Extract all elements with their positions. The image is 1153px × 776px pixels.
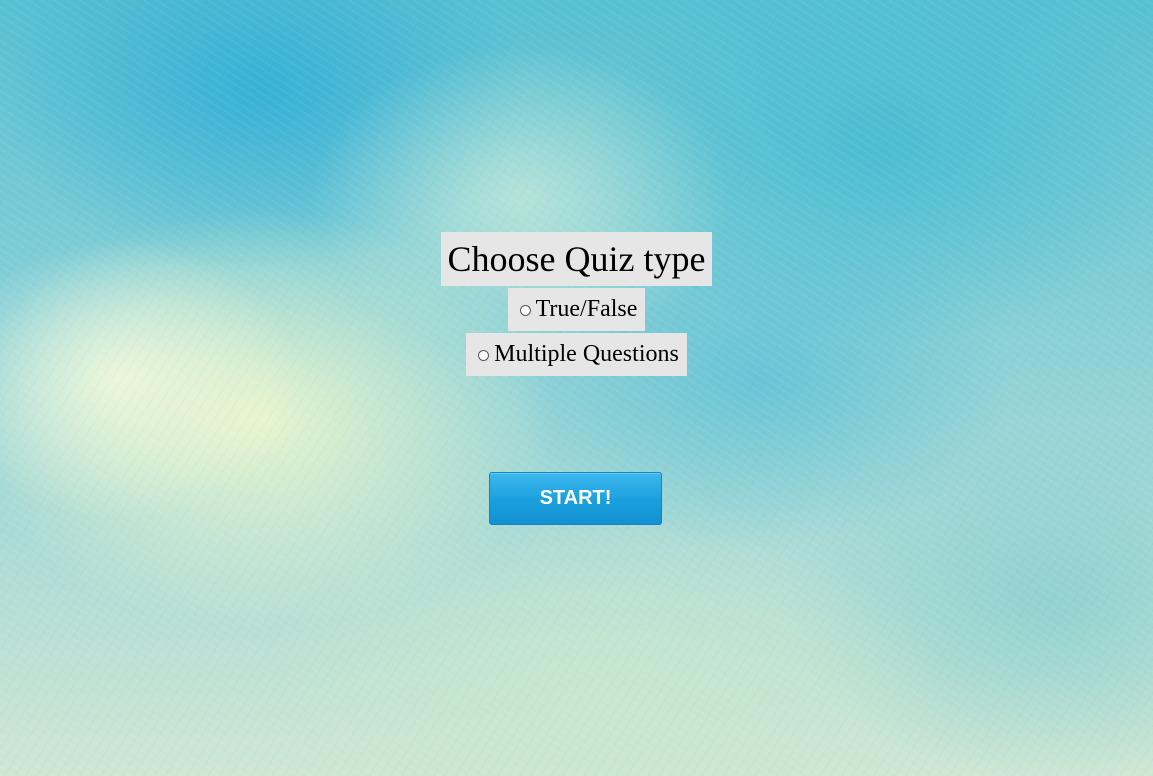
option-multiple-questions[interactable]: Multiple Questions [466,333,687,376]
option-true-false[interactable]: True/False [507,288,646,331]
painted-background [0,0,1153,776]
multiple-questions-radio[interactable] [478,350,490,361]
option-label: True/False [535,296,638,322]
option-label: Multiple Questions [494,341,679,367]
start-button[interactable]: START! [489,472,662,525]
page-title: Choose Quiz type [440,232,713,286]
quiz-type-selector: Choose Quiz type True/False Multiple Que… [0,232,1153,376]
true-false-radio[interactable] [519,305,531,316]
